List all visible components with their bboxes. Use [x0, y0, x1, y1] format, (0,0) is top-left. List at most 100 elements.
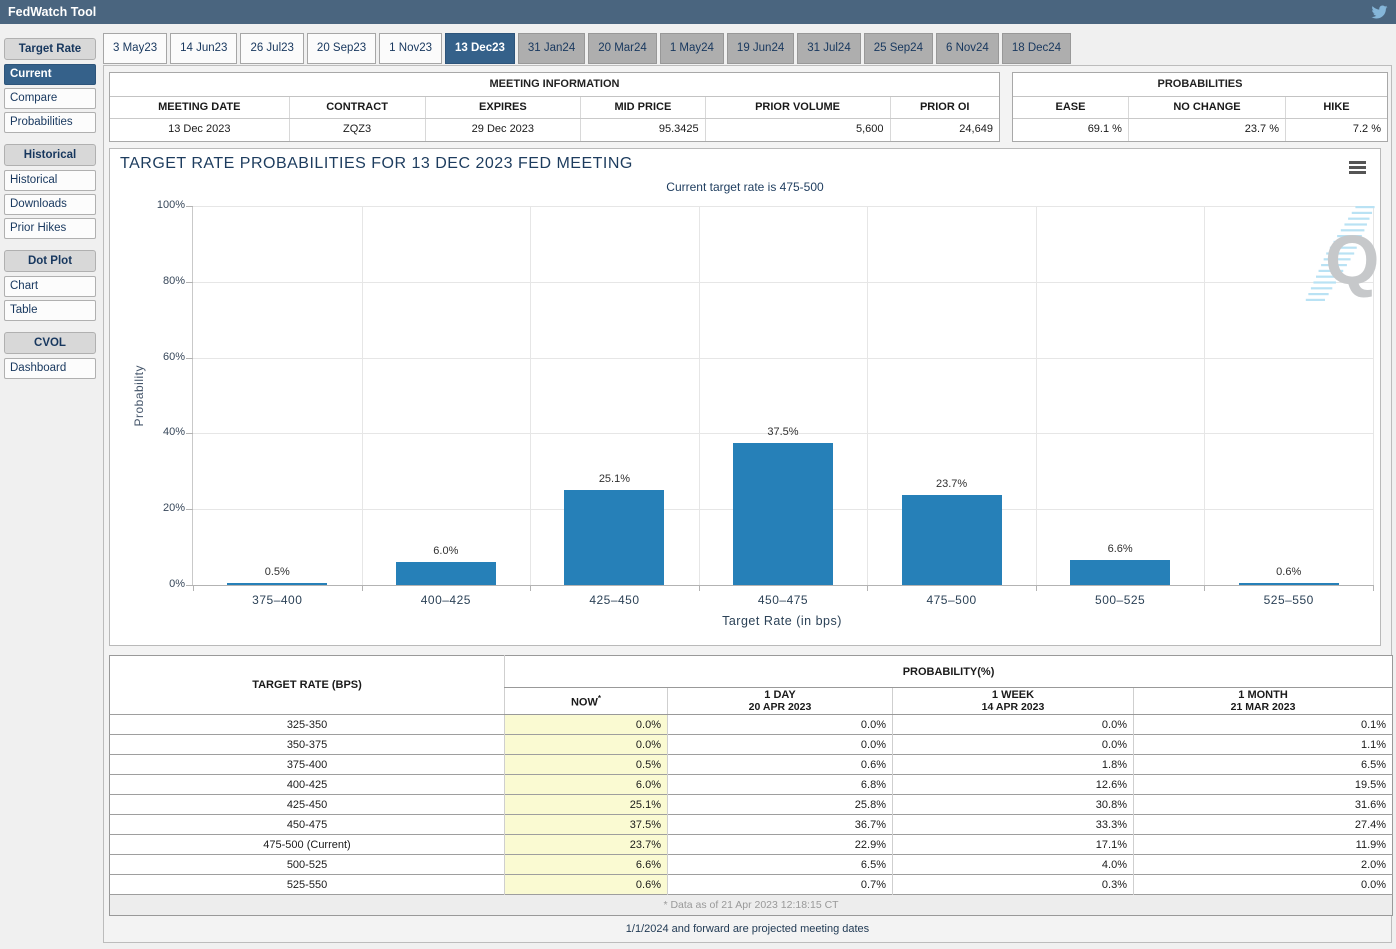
rate-cell: 525-550	[110, 875, 505, 895]
gridline	[362, 206, 363, 585]
sidebar-item-chart[interactable]: Chart	[4, 276, 96, 297]
x-category-label-525-550: 525–550	[1204, 593, 1373, 607]
tab-31-jan24[interactable]: 31 Jan24	[518, 33, 585, 64]
sidebar-item-dashboard[interactable]: Dashboard	[4, 358, 96, 379]
rate-cell: 350-375	[110, 735, 505, 755]
now-cell: 37.5%	[505, 815, 668, 835]
probability-row-450-475: 450-47537.5%36.7%33.3%27.4%	[110, 815, 1393, 835]
y-axis-label: 80%	[137, 275, 185, 287]
data-as-of-footnote: * Data as of 21 Apr 2023 12:18:15 CT	[110, 895, 1393, 916]
tab-31-jul24[interactable]: 31 Jul24	[797, 33, 860, 64]
sidebar-header-historical: Historical	[4, 144, 96, 166]
x-axis-tick	[1373, 585, 1374, 591]
tab-25-sep24[interactable]: 25 Sep24	[864, 33, 933, 64]
meeting-information-header-row: MEETING DATE CONTRACT EXPIRES MID PRICE …	[110, 97, 999, 119]
gridline	[1204, 206, 1205, 585]
bar-400-425[interactable]	[396, 562, 496, 585]
bar-425-450[interactable]	[564, 490, 664, 585]
x-category-label-375-400: 375–400	[193, 593, 362, 607]
bar-475-500[interactable]	[902, 495, 1002, 585]
week-cell: 4.0%	[893, 855, 1134, 875]
probability-row-325-350: 325-3500.0%0.0%0.0%0.1%	[110, 715, 1393, 735]
ease-value: 69.1 %	[1013, 119, 1129, 141]
sidebar-item-probabilities[interactable]: Probabilities	[4, 112, 96, 133]
rate-cell: 475-500 (Current)	[110, 835, 505, 855]
tab-14-jun23[interactable]: 14 Jun23	[170, 33, 237, 64]
hike-value: 7.2 %	[1286, 119, 1387, 141]
y-axis-tick	[186, 206, 193, 207]
x-axis-tick	[362, 585, 363, 591]
probability-group-header: PROBABILITY(%)	[505, 656, 1393, 688]
tab-18-dec24[interactable]: 18 Dec24	[1002, 33, 1071, 64]
probability-row-525-550: 525-5500.6%0.7%0.3%0.0%	[110, 875, 1393, 895]
sidebar-item-downloads[interactable]: Downloads	[4, 194, 96, 215]
prior-oi-value: 24,649	[891, 119, 999, 141]
col-hike: HIKE	[1286, 97, 1387, 118]
tab-1-may24[interactable]: 1 May24	[660, 33, 724, 64]
bar-375-400[interactable]	[227, 583, 327, 585]
tab-3-may23[interactable]: 3 May23	[103, 33, 167, 64]
week-cell: 0.0%	[893, 715, 1134, 735]
tab-13-dec23[interactable]: 13 Dec23	[445, 33, 515, 64]
gridline	[193, 206, 1373, 207]
sidebar-section-dot-plot: Dot PlotChartTable	[4, 250, 96, 321]
tab-6-nov24[interactable]: 6 Nov24	[936, 33, 999, 64]
col-prior-oi: PRIOR OI	[891, 97, 999, 118]
col-mid-price: MID PRICE	[581, 97, 705, 118]
y-axis-label: 20%	[137, 502, 185, 514]
gridline	[530, 206, 531, 585]
content-panel: MEETING INFORMATION MEETING DATE CONTRAC…	[103, 65, 1392, 943]
sidebar-item-prior-hikes[interactable]: Prior Hikes	[4, 218, 96, 239]
twitter-icon[interactable]	[1371, 4, 1388, 20]
week-cell: 0.0%	[893, 735, 1134, 755]
col-contract: CONTRACT	[290, 97, 426, 118]
tab-20-sep23[interactable]: 20 Sep23	[307, 33, 376, 64]
bar-value-label-450-475: 37.5%	[723, 426, 843, 438]
y-axis-tick	[186, 433, 193, 434]
bar-525-550[interactable]	[1239, 583, 1339, 585]
tab-20-mar24[interactable]: 20 Mar24	[588, 33, 657, 64]
x-category-label-450-475: 450–475	[699, 593, 868, 607]
sidebar-item-table[interactable]: Table	[4, 300, 96, 321]
bar-value-label-375-400: 0.5%	[217, 566, 337, 578]
month-cell: 1.1%	[1134, 735, 1393, 755]
day-cell: 36.7%	[668, 815, 893, 835]
gridline	[867, 206, 868, 585]
bar-450-475[interactable]	[733, 443, 833, 585]
sidebar-item-compare[interactable]: Compare	[4, 88, 96, 109]
col-no-change: NO CHANGE	[1129, 97, 1286, 118]
plot-area: 0%20%40%60%80%100%0.5%375–4006.0%400–425…	[192, 206, 1373, 586]
gridline	[699, 206, 700, 585]
col-ease: EASE	[1013, 97, 1129, 118]
meeting-information-table: MEETING INFORMATION MEETING DATE CONTRAC…	[109, 72, 1000, 142]
month-cell: 11.9%	[1134, 835, 1393, 855]
contract-value: ZQZ3	[290, 119, 426, 141]
sidebar-item-current[interactable]: Current	[4, 64, 96, 85]
probability-row-350-375: 350-3750.0%0.0%0.0%1.1%	[110, 735, 1393, 755]
app-header: FedWatch Tool	[0, 0, 1396, 24]
svg-text:Q: Q	[1325, 221, 1379, 299]
month-cell: 31.6%	[1134, 795, 1393, 815]
x-axis-tick	[193, 585, 194, 591]
bar-500-525[interactable]	[1070, 560, 1170, 585]
quikstrike-q-watermark-icon: Q	[1295, 204, 1383, 306]
bar-value-label-400-425: 6.0%	[386, 545, 506, 557]
tab-26-jul23[interactable]: 26 Jul23	[240, 33, 303, 64]
now-cell: 23.7%	[505, 835, 668, 855]
day-cell: 25.8%	[668, 795, 893, 815]
bar-value-label-475-500: 23.7%	[892, 478, 1012, 490]
probabilities-title: PROBABILITIES	[1013, 73, 1387, 97]
prior-volume-value: 5,600	[706, 119, 891, 141]
tab-19-jun24[interactable]: 19 Jun24	[727, 33, 794, 64]
y-axis-label: 60%	[137, 351, 185, 363]
rate-cell: 500-525	[110, 855, 505, 875]
rate-cell: 375-400	[110, 755, 505, 775]
projected-dates-note: 1/1/2024 and forward are projected meeti…	[104, 923, 1391, 935]
sidebar-item-historical[interactable]: Historical	[4, 170, 96, 191]
probability-row-500-525: 500-5256.6%6.5%4.0%2.0%	[110, 855, 1393, 875]
tab-1-nov23[interactable]: 1 Nov23	[379, 33, 442, 64]
week-cell: 30.8%	[893, 795, 1134, 815]
col-1-week: 1 WEEK14 APR 2023	[893, 688, 1134, 715]
rate-cell: 450-475	[110, 815, 505, 835]
chart-context-menu-icon[interactable]	[1349, 161, 1366, 174]
